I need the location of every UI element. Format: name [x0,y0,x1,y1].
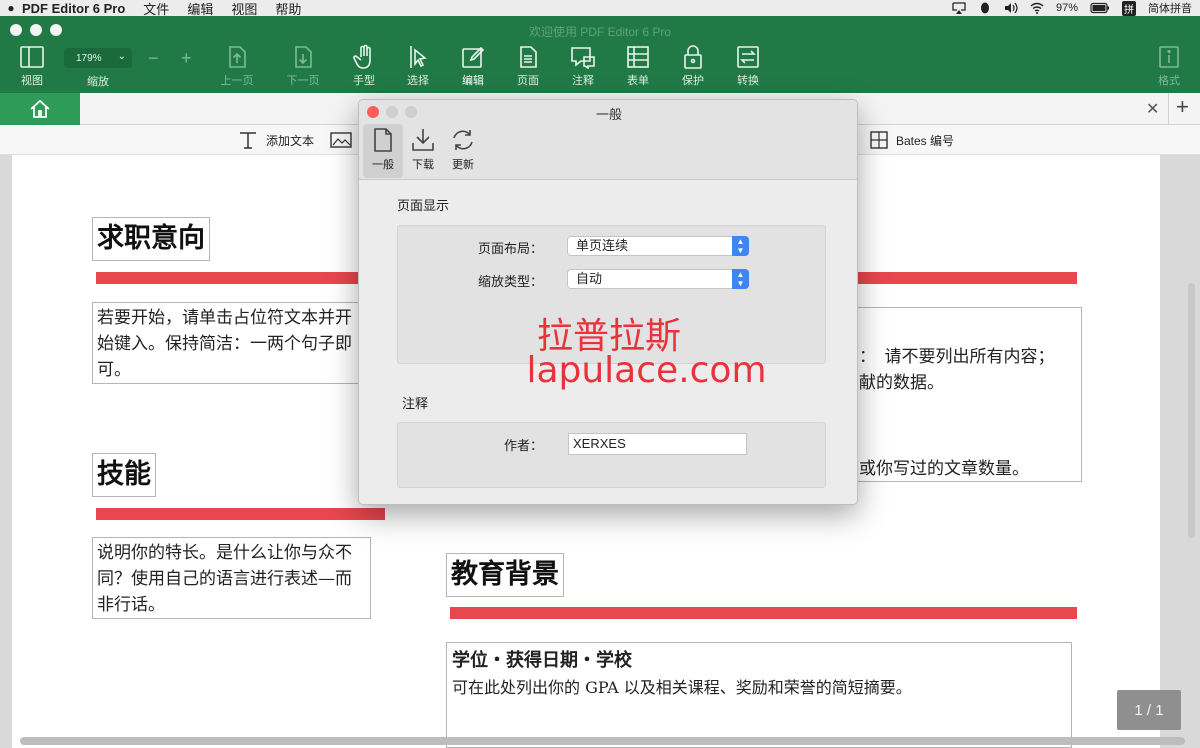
dialog-header: 一般 一般 下载 更新 [359,100,857,180]
right-textbox[interactable]: ： 请不要列出所有内容； 献的数据。 或你写过的文章数量。 [852,307,1082,482]
page-tool-button[interactable]: 页面 [500,44,556,88]
watermark-url: lapulace.com [526,350,767,391]
convert-icon [737,46,759,68]
sidebar-icon [20,46,44,68]
input-method-label[interactable]: 简体拼音 [1148,0,1192,16]
edit-icon [462,46,485,68]
page-down-icon [295,46,312,68]
volume-icon[interactable] [1004,2,1018,14]
display-section-label: 页面显示 [397,198,450,213]
layout-select[interactable]: 单页连续 ▲ ▼ [567,236,749,256]
select-tool-button[interactable]: 选择 [390,44,446,88]
airplay-icon[interactable] [952,2,966,14]
page-icon [520,46,537,68]
horizontal-scrollbar[interactable] [20,737,1185,745]
education-heading[interactable]: 教育背景 [446,553,564,597]
menu-view[interactable]: 视图 [231,0,257,18]
author-label: 作者： [503,438,543,453]
app-menu[interactable]: PDF Editor 6 Pro [22,1,125,16]
input-method-icon[interactable]: 拼 [1122,0,1136,16]
wifi-icon[interactable] [1030,2,1044,14]
lock-icon [684,45,702,69]
job-textbox[interactable]: 若要开始，请单击占位符文本并开始键入。保持简洁：一两个句子即可。 [92,302,367,384]
pref-tab-update[interactable]: 更新 [443,124,483,178]
zoom-label: 缩放 [87,76,109,88]
page-indicator: 1 / 1 [1117,690,1181,730]
view-button[interactable]: 视图 [4,44,60,88]
tab-divider [1168,93,1169,125]
battery-percent: 97% [1055,2,1078,14]
main-toolbar: 欢迎使用 PDF Editor 6 Pro 视图 179% ⌄ 缩放 − + 上… [0,16,1200,93]
chevron-down-icon: ⌄ [117,51,126,62]
cursor-icon [410,46,427,68]
education-degree-line: 学位・获得日期・学校 [452,650,632,671]
menu-bar: ● PDF Editor 6 Pro 文件 编辑 视图 帮助 97% 拼 简体拼… [0,0,1200,18]
annotation-section-label: 注释 [402,396,429,411]
skills-textbox[interactable]: 说明你的特长。是什么让你与众不同？使用自己的语言进行表述—而非行话。 [92,537,371,619]
preferences-dialog: 一般 一般 下载 更新 页面显示 页面布局： 单页连续 ▲ ▼ 缩放类型： 自动 … [358,99,858,505]
add-tab-button[interactable]: + [1176,94,1189,120]
battery-icon[interactable] [1090,2,1110,14]
zoom-in-button[interactable]: + [181,48,192,69]
hand-icon [353,44,371,69]
pref-tab-download[interactable]: 下载 [403,124,443,178]
stepper-arrows-icon: ▲ ▼ [732,269,749,289]
text-icon [240,132,256,149]
next-page-button[interactable]: 下一页 [275,44,331,88]
protect-tool-button[interactable]: 保护 [665,44,721,88]
edit-tool-button[interactable]: 编辑 [445,44,501,88]
page-up-icon [229,46,246,68]
convert-tool-button[interactable]: 转换 [720,44,776,88]
apple-icon[interactable]: ● [0,1,22,15]
layout-label: 页面布局： [477,241,543,256]
add-image-button[interactable] [330,131,352,149]
zoom-type-select[interactable]: 自动 ▲ ▼ [567,269,749,289]
skills-divider [96,508,385,520]
status-area: 97% 拼 简体拼音 [952,0,1192,16]
qq-icon[interactable] [978,2,992,14]
window-title: 欢迎使用 PDF Editor 6 Pro [528,25,672,39]
stepper-arrows-icon: ▲ ▼ [732,236,749,256]
close-tab-icon[interactable]: ✕ [1146,99,1159,119]
dialog-title: 一般 [595,107,622,122]
zoom-select[interactable]: 179% ⌄ [64,48,132,68]
info-icon [1159,46,1179,68]
home-tab[interactable] [0,93,80,125]
download-icon [412,129,434,151]
education-divider [450,607,1077,619]
form-icon [627,46,649,68]
menu-edit[interactable]: 编辑 [187,0,213,18]
education-summary: 可在此处列出你的 GPA 以及相关课程、奖励和荣誉的简短摘要。 [452,678,912,697]
bates-icon [870,131,888,149]
comment-icon [571,47,595,69]
annotate-tool-button[interactable]: 注释 [555,44,611,88]
form-tool-button[interactable]: 表单 [610,44,666,88]
zoom-out-button[interactable]: − [148,48,159,69]
education-textbox[interactable]: 学位・获得日期・学校 可在此处列出你的 GPA 以及相关课程、奖励和荣誉的简短摘… [446,642,1072,748]
menu-file[interactable]: 文件 [143,0,169,18]
format-button[interactable]: 格式 [1141,44,1197,88]
menu-help[interactable]: 帮助 [275,0,301,18]
refresh-icon [453,130,473,150]
vertical-scroll-thumb[interactable] [1188,283,1195,538]
image-icon [330,132,352,148]
prev-page-button[interactable]: 上一页 [209,44,265,88]
zoom-type-label: 缩放类型： [477,274,543,289]
author-input[interactable]: XERXES [568,433,747,455]
skills-heading[interactable]: 技能 [92,453,156,497]
bates-button[interactable]: Bates 编号 [870,131,954,149]
vertical-scrollbar[interactable] [1188,155,1196,735]
annotation-group: 作者： XERXES [397,422,826,488]
add-text-button[interactable]: 添加文本 [238,131,314,149]
hand-tool-button[interactable]: 手型 [336,44,392,88]
pref-tab-general[interactable]: 一般 [363,124,403,178]
home-icon [30,99,50,118]
job-heading[interactable]: 求职意向 [92,217,210,261]
document-icon [374,128,392,152]
